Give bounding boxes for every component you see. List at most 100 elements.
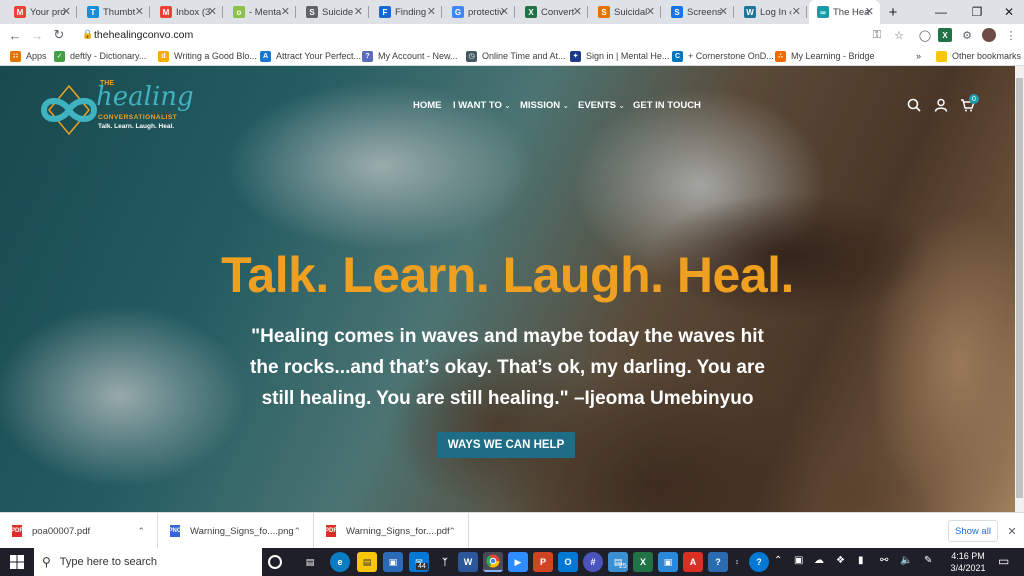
star-icon[interactable]: ☆	[892, 28, 906, 42]
ways-we-can-help-button[interactable]: WAYS WE CAN HELP	[437, 432, 575, 458]
nav-get-in-touch[interactable]: GET IN TOUCH	[633, 100, 701, 111]
chrome-icon[interactable]	[483, 552, 503, 572]
bookmark-item[interactable]: d Writing a Good Blo...	[158, 49, 257, 63]
nav-mission[interactable]: MISSION ⌄	[520, 100, 569, 111]
bookmark-item[interactable]: ∴ My Learning - Bridge	[775, 49, 875, 63]
cortana-icon[interactable]	[268, 555, 282, 569]
browser-tab[interactable]: o- Menta ✕	[225, 0, 296, 24]
download-item[interactable]: PDF Warning_Signs_for....pdf ⌃	[314, 513, 469, 549]
close-tab-icon[interactable]: ✕	[427, 5, 436, 18]
scrollbar-thumb[interactable]	[1016, 78, 1023, 498]
close-tab-icon[interactable]: ✕	[646, 5, 655, 18]
puzzle-icon[interactable]: ⚙	[960, 28, 974, 42]
volume-icon[interactable]: 🔈	[900, 555, 912, 566]
outlook-icon[interactable]: O	[558, 552, 578, 572]
browser-tab[interactable]: S Suicidal ✕	[590, 0, 661, 24]
close-tab-icon[interactable]: ✕	[792, 5, 801, 18]
bookmark-item[interactable]: ∷ Apps	[10, 49, 47, 63]
browser-tab[interactable]: M Your pro ✕	[6, 0, 77, 24]
notifications-icon[interactable]: ▭	[998, 554, 1009, 568]
close-tab-icon[interactable]: ✕	[719, 5, 728, 18]
word-icon[interactable]: W	[458, 552, 478, 572]
excel-icon[interactable]: X	[633, 552, 653, 572]
maximize-window-button[interactable]: ❐	[960, 0, 994, 24]
acrobat-icon[interactable]: A	[683, 552, 703, 572]
chevron-up-icon[interactable]: ⌃	[137, 526, 145, 537]
wifi-icon[interactable]: ⚯	[880, 555, 888, 566]
nav-home[interactable]: HOME	[413, 100, 442, 111]
browser-tab[interactable]: S Suicide ✕	[298, 0, 369, 24]
close-tab-icon[interactable]: ✕	[500, 5, 509, 18]
site-logo[interactable]: THE healing CONVERSATIONALIST Talk. Lear…	[34, 80, 194, 138]
browser-tab[interactable]: W Log In ‹ ✕	[736, 0, 807, 24]
nav-i-want-to[interactable]: I WANT TO ⌄	[453, 100, 510, 111]
taskbar-clock[interactable]: 4:16 PM 3/4/2021	[946, 550, 990, 574]
minimize-window-button[interactable]: —	[924, 0, 958, 24]
forward-arrow-icon[interactable]: →	[28, 26, 46, 44]
taskbar-overflow-icon[interactable]: ↕	[732, 552, 742, 572]
profile-avatar[interactable]	[982, 28, 996, 42]
browser-tab[interactable]: F Finding ✕	[371, 0, 442, 24]
show-all-button[interactable]: Show all	[948, 520, 998, 542]
tray-app-icon[interactable]: ▣	[794, 555, 803, 566]
taskbar-search-box[interactable]: ⚲ Type here to search	[34, 548, 262, 576]
excel-extension-icon[interactable]: X	[938, 28, 952, 42]
bookmark-item[interactable]: ✦ Sign in | Mental He...	[570, 49, 669, 63]
tray-chevron-icon[interactable]: ⌃	[774, 555, 782, 566]
remote-desktop-icon[interactable]: ▣	[658, 552, 678, 572]
edge-icon[interactable]: e	[330, 552, 350, 572]
extension-circle-icon[interactable]: ◯	[918, 28, 932, 42]
reload-icon[interactable]: ↻	[50, 26, 68, 44]
file-explorer-icon[interactable]: ▤	[357, 552, 377, 572]
task-view-icon[interactable]: ▤	[300, 552, 320, 572]
powerpoint-icon[interactable]: P	[533, 552, 553, 572]
battery-icon[interactable]: ▮	[858, 555, 864, 566]
bookmark-item[interactable]: C + Cornerstone OnD...	[672, 49, 774, 63]
store-icon[interactable]: ▣	[383, 552, 403, 572]
address-bar[interactable]: 🔒 thehealingconvo.com	[78, 26, 914, 44]
close-icon[interactable]: ✕	[1005, 524, 1019, 538]
bookmark-item[interactable]: ? My Account - New...	[362, 49, 458, 63]
chevron-up-icon[interactable]: ⌃	[293, 526, 301, 537]
url-text[interactable]: thehealingconvo.com	[94, 29, 193, 41]
nav-events[interactable]: EVENTS ⌄	[578, 100, 625, 111]
bookmarks-overflow-button[interactable]: »	[916, 49, 921, 63]
menu-kebab-icon[interactable]: ⋮	[1004, 28, 1018, 42]
close-tab-icon[interactable]: ✕	[354, 5, 363, 18]
download-item[interactable]: PDF poa00007.pdf ⌃	[0, 513, 158, 549]
new-tab-button[interactable]: +	[882, 0, 904, 24]
bookmark-item[interactable]: A Attract Your Perfect...	[260, 49, 361, 63]
pen-icon[interactable]: ✎	[924, 555, 932, 566]
dropbox-icon[interactable]: ❖	[836, 555, 845, 566]
windows-start-icon[interactable]	[6, 552, 28, 572]
other-bookmarks-folder[interactable]: Other bookmarks	[936, 49, 1021, 63]
close-tab-icon[interactable]: ✕	[62, 5, 71, 18]
close-tab-icon[interactable]: ✕	[135, 5, 144, 18]
browser-tab[interactable]: X Convert ✕	[517, 0, 588, 24]
search-icon[interactable]	[906, 97, 922, 113]
back-arrow-icon[interactable]: ←	[6, 26, 24, 44]
browser-tab[interactable]: M Inbox (3 ✕	[152, 0, 223, 24]
download-item[interactable]: PNG Warning_Signs_fo....png ⌃	[158, 513, 314, 549]
slack-icon[interactable]: #	[583, 552, 603, 572]
browser-tab[interactable]: Gprotectiv ✕	[444, 0, 515, 24]
bookmark-item[interactable]: ◷ Online Time and At...	[466, 49, 566, 63]
browser-tab[interactable]: S Screens ✕	[663, 0, 734, 24]
bookmark-item[interactable]: ✓ deftly - Dictionary...	[54, 49, 146, 63]
close-tab-icon[interactable]: ✕	[281, 5, 290, 18]
close-tab-icon[interactable]: ✕	[865, 5, 874, 18]
browser-tab[interactable]: T Thumbt ✕	[79, 0, 150, 24]
bolt-app-icon[interactable]: ᛉ	[435, 552, 455, 572]
close-window-button[interactable]: ✕	[992, 0, 1024, 24]
cloud-icon[interactable]: ☁	[814, 555, 824, 566]
close-tab-icon[interactable]: ✕	[208, 5, 217, 18]
chevron-up-icon[interactable]: ⌃	[448, 526, 456, 537]
user-account-icon[interactable]	[933, 97, 949, 113]
browser-tab[interactable]: ∞ The Hea ✕	[809, 0, 880, 24]
help-circle-icon[interactable]: ?	[749, 552, 769, 572]
page-scrollbar[interactable]	[1015, 66, 1024, 512]
close-tab-icon[interactable]: ✕	[573, 5, 582, 18]
key-icon[interactable]: ⚿	[870, 28, 884, 42]
zoom-icon[interactable]: ▶	[508, 552, 528, 572]
help-icon[interactable]: ?	[708, 552, 728, 572]
